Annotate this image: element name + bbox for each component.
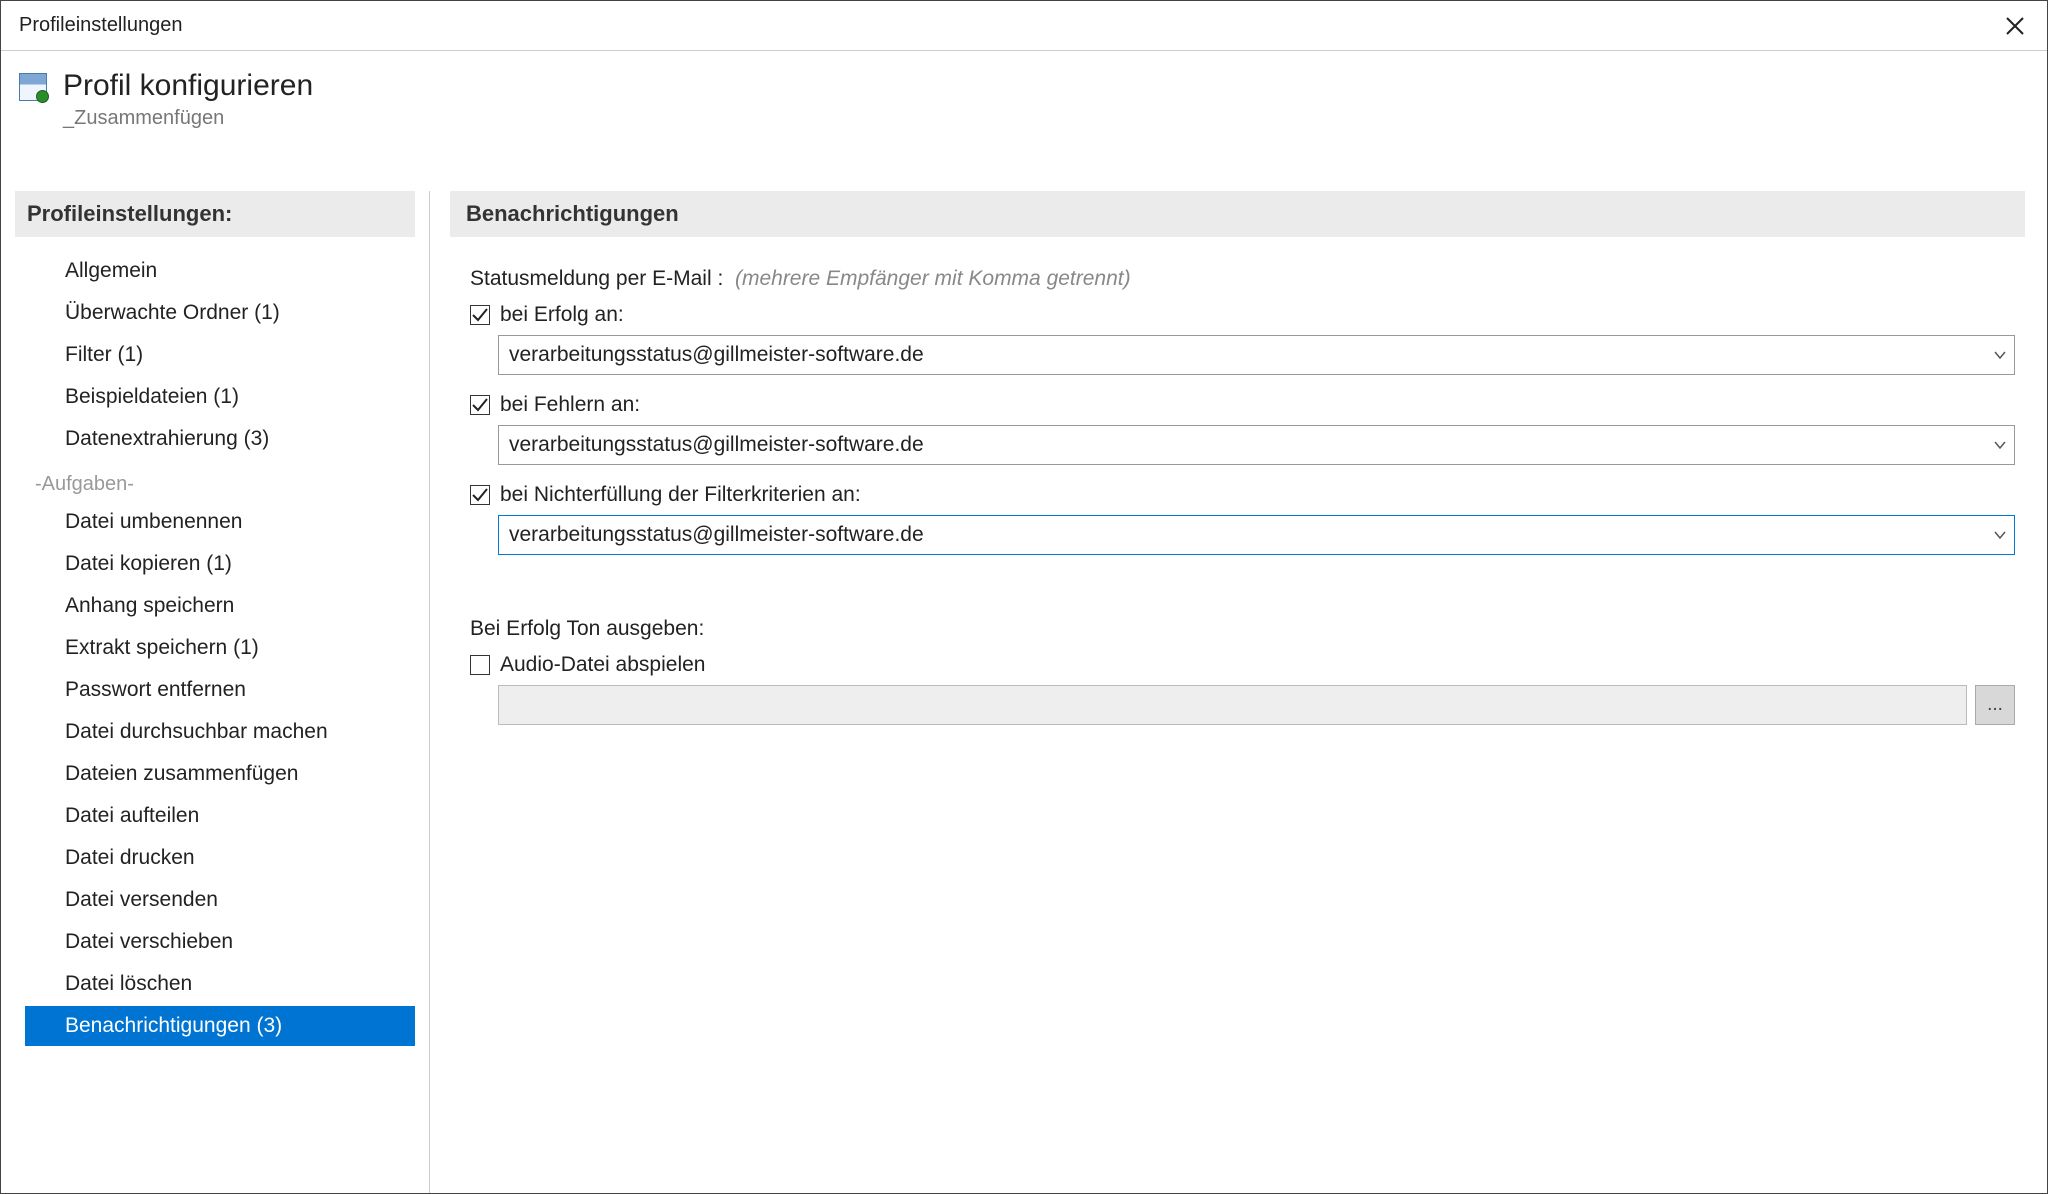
- sidebar-item-ueberwachte-ordner[interactable]: Überwachte Ordner (1): [25, 293, 415, 333]
- checkbox-on-filterfail[interactable]: [470, 485, 490, 505]
- chevron-down-icon: [1994, 349, 2006, 361]
- main-header: Benachrichtigungen: [450, 191, 2025, 237]
- sidebar-item-extrakt-speichern[interactable]: Extrakt speichern (1): [25, 628, 415, 668]
- input-on-filterfail[interactable]: [499, 516, 1986, 554]
- dropdown-on-filterfail[interactable]: [1986, 516, 2014, 554]
- sidebar-item-filter[interactable]: Filter (1): [25, 335, 415, 375]
- browse-label: ...: [1987, 694, 2003, 716]
- checkbox-on-error[interactable]: [470, 395, 490, 415]
- sidebar-item-datenextrahierung[interactable]: Datenextrahierung (3): [25, 419, 415, 459]
- sound-section-label: Bei Erfolg Ton ausgeben:: [470, 617, 2015, 641]
- checkmark-icon: [471, 306, 489, 324]
- label-on-filterfail: bei Nichterfüllung der Filterkriterien a…: [500, 483, 861, 507]
- dropdown-on-error[interactable]: [1986, 426, 2014, 464]
- status-email-label-row: Statusmeldung per E-Mail : (mehrere Empf…: [470, 267, 2015, 291]
- sidebar-item-datei-aufteilen[interactable]: Datei aufteilen: [25, 796, 415, 836]
- sidebar-item-datei-umbenennen[interactable]: Datei umbenennen: [25, 502, 415, 542]
- sidebar-item-datei-kopieren[interactable]: Datei kopieren (1): [25, 544, 415, 584]
- checkmark-icon: [471, 396, 489, 414]
- sidebar-item-anhang-speichern[interactable]: Anhang speichern: [25, 586, 415, 626]
- page-subtitle: _Zusammenfügen: [63, 107, 313, 130]
- sidebar-item-datei-drucken[interactable]: Datei drucken: [25, 838, 415, 878]
- sidebar-item-datei-loeschen[interactable]: Datei löschen: [25, 964, 415, 1004]
- label-play-audio: Audio-Datei abspielen: [500, 653, 705, 677]
- close-button[interactable]: [2001, 12, 2029, 40]
- dropdown-on-success[interactable]: [1986, 336, 2014, 374]
- browse-audio-button[interactable]: ...: [1975, 685, 2015, 725]
- checkbox-on-success[interactable]: [470, 305, 490, 325]
- main: Benachrichtigungen Statusmeldung per E-M…: [430, 191, 2047, 1193]
- input-on-success[interactable]: [499, 336, 1986, 374]
- input-audio-path: [498, 685, 1967, 725]
- chevron-down-icon: [1994, 529, 2006, 541]
- label-on-success: bei Erfolg an:: [500, 303, 624, 327]
- sidebar-item-benachrichtigungen[interactable]: Benachrichtigungen (3): [25, 1006, 415, 1046]
- sidebar-header: Profileinstellungen:: [15, 191, 415, 237]
- sidebar-item-datei-versenden[interactable]: Datei versenden: [25, 880, 415, 920]
- label-on-error: bei Fehlern an:: [500, 393, 640, 417]
- input-on-error[interactable]: [499, 426, 1986, 464]
- combo-on-filterfail[interactable]: [498, 515, 2015, 555]
- body: Profileinstellungen: Allgemein Überwacht…: [1, 191, 2047, 1193]
- window-title: Profileinstellungen: [19, 14, 182, 37]
- profile-config-icon: [19, 73, 47, 101]
- sidebar: Profileinstellungen: Allgemein Überwacht…: [1, 191, 429, 1193]
- sidebar-item-passwort-entfernen[interactable]: Passwort entfernen: [25, 670, 415, 710]
- status-email-hint: (mehrere Empfänger mit Komma getrennt): [735, 267, 1131, 290]
- combo-on-error[interactable]: [498, 425, 2015, 465]
- checkmark-icon: [471, 486, 489, 504]
- combo-on-success[interactable]: [498, 335, 2015, 375]
- sidebar-item-dateien-zusammenfuegen[interactable]: Dateien zusammenfügen: [25, 754, 415, 794]
- sidebar-item-allgemein[interactable]: Allgemein: [25, 251, 415, 291]
- status-email-label: Statusmeldung per E-Mail :: [470, 267, 723, 290]
- checkbox-play-audio[interactable]: [470, 655, 490, 675]
- titlebar: Profileinstellungen: [1, 1, 2047, 51]
- header: Profil konfigurieren _Zusammenfügen: [1, 51, 2047, 150]
- close-icon: [2005, 16, 2025, 36]
- sidebar-group-aufgaben: -Aufgaben-: [15, 463, 415, 502]
- chevron-down-icon: [1994, 439, 2006, 451]
- sidebar-item-datei-verschieben[interactable]: Datei verschieben: [25, 922, 415, 962]
- sidebar-item-datei-durchsuchbar[interactable]: Datei durchsuchbar machen: [25, 712, 415, 752]
- page-title: Profil konfigurieren: [63, 69, 313, 103]
- sidebar-item-beispieldateien[interactable]: Beispieldateien (1): [25, 377, 415, 417]
